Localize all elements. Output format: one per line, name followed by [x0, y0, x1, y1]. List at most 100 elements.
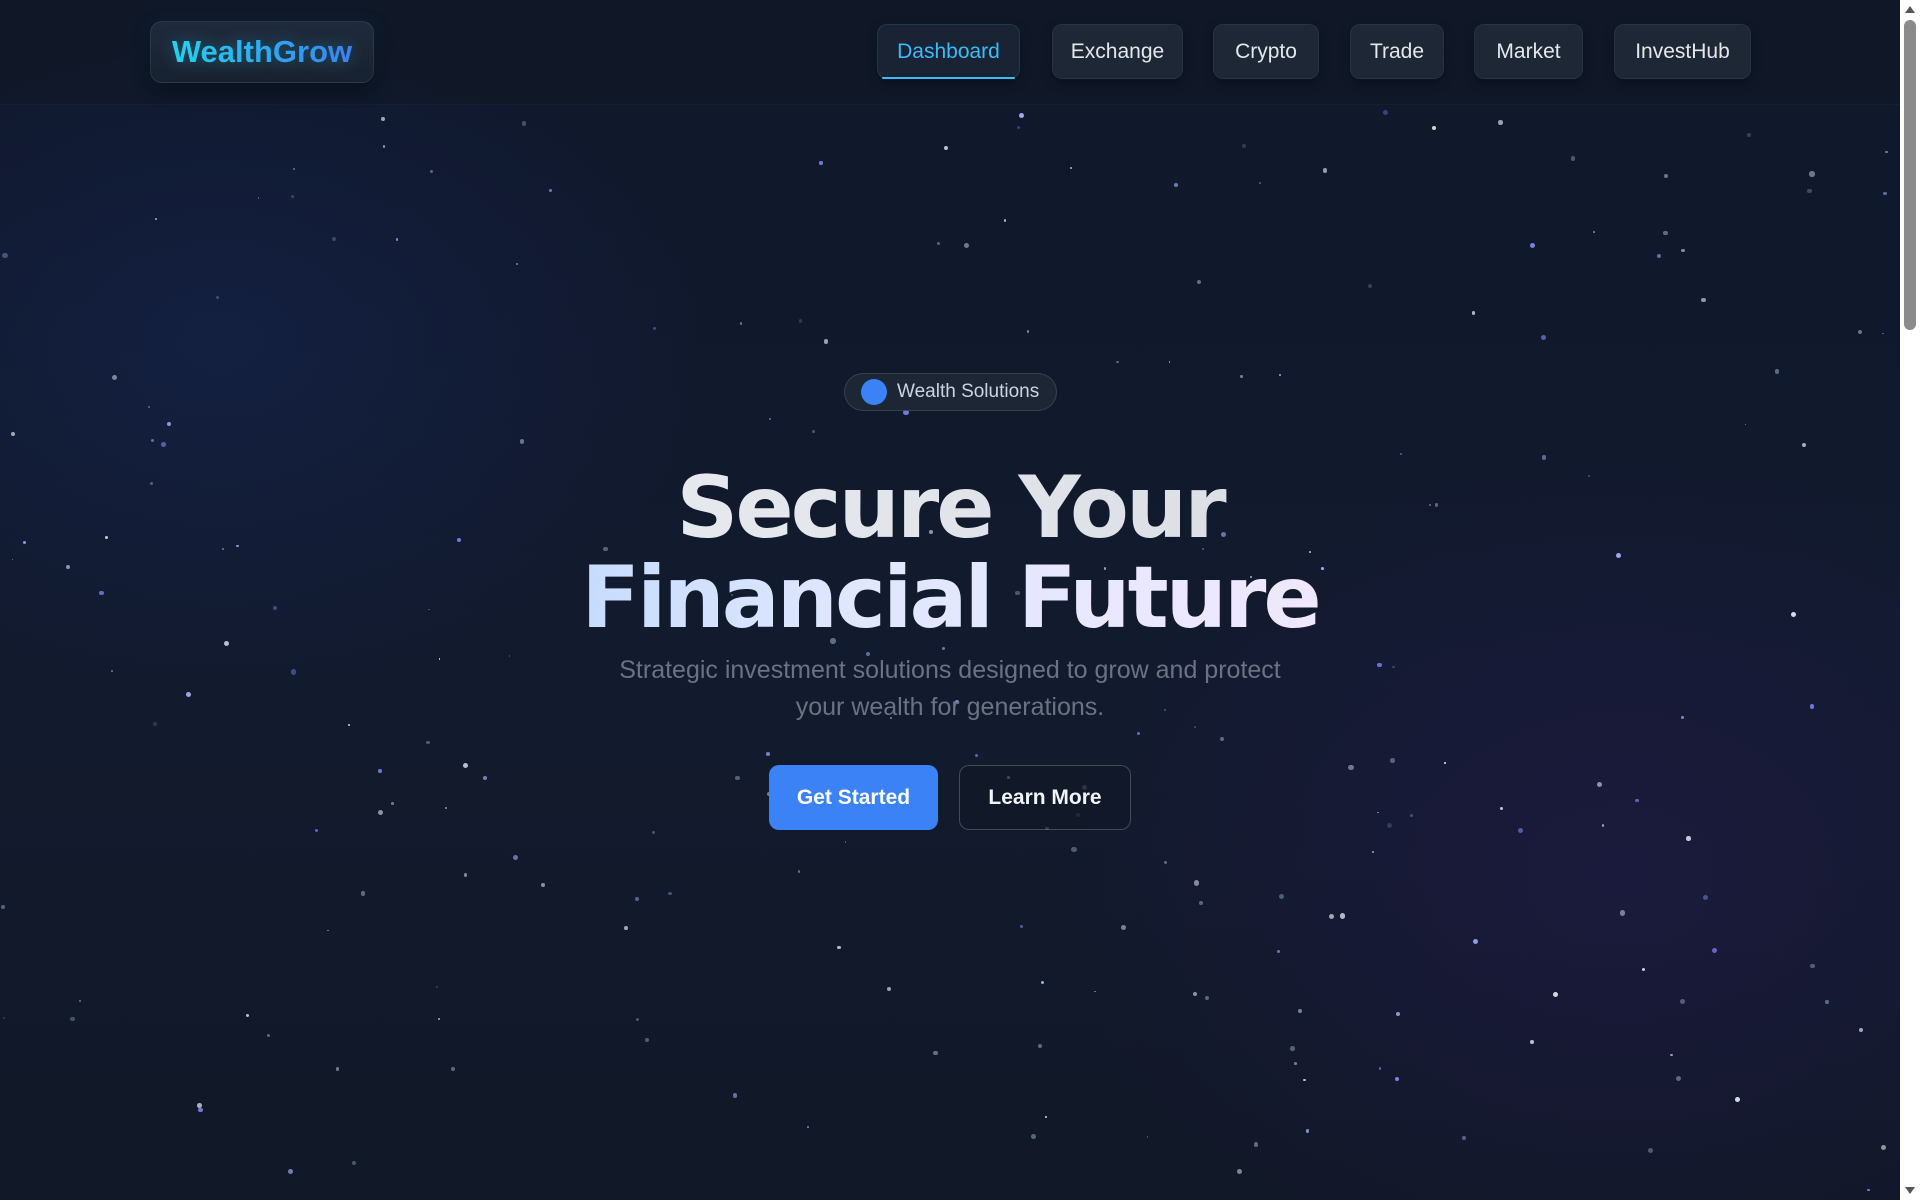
star-dot — [1656, 253, 1661, 258]
nav-dashboard[interactable]: Dashboard — [877, 24, 1020, 79]
star-dot — [1395, 1076, 1400, 1081]
star-dot — [936, 242, 941, 246]
star-dot — [1339, 913, 1345, 919]
star-dot — [1279, 894, 1285, 900]
star-dot — [1517, 828, 1524, 834]
star-dot — [819, 161, 823, 165]
star-dot — [652, 830, 656, 834]
star-dot — [1499, 806, 1503, 811]
nav-trade[interactable]: Trade — [1350, 24, 1444, 79]
nav-market[interactable]: Market — [1474, 24, 1583, 79]
star-dot — [768, 417, 771, 420]
top-navigation-bar: WealthGrow Dashboard Exchange Crypto Tra… — [0, 0, 1900, 105]
star-dot — [624, 925, 628, 930]
nav-crypto[interactable]: Crypto — [1213, 24, 1319, 79]
star-dot — [823, 339, 829, 345]
star-dot — [512, 855, 518, 860]
star-dot — [327, 929, 329, 932]
hero-title-line-2: Financial Future — [0, 548, 1900, 648]
star-dot — [463, 873, 468, 877]
star-dot — [290, 669, 297, 675]
star-dot — [1635, 799, 1639, 803]
star-dot — [1867, 1188, 1871, 1192]
star-dot — [844, 840, 847, 843]
star-dot — [1045, 1116, 1047, 1118]
star-dot — [348, 723, 350, 726]
star-dot — [1348, 764, 1354, 770]
star-dot — [246, 1013, 250, 1017]
star-dot — [739, 322, 743, 325]
badge-dot-icon — [861, 379, 887, 405]
star-dot — [653, 327, 656, 331]
star-dot — [1443, 762, 1446, 764]
star-dot — [436, 986, 438, 989]
star-dot — [1376, 811, 1379, 814]
scroll-up-arrow-icon[interactable] — [1905, 6, 1915, 13]
star-dot — [1809, 171, 1815, 177]
star-dot — [1019, 113, 1024, 119]
star-dot — [1383, 110, 1389, 116]
star-dot — [1367, 283, 1372, 288]
scrollbar-thumb[interactable] — [1904, 20, 1916, 330]
star-dot — [1278, 373, 1282, 377]
star-dot — [1473, 938, 1479, 945]
star-dot — [445, 807, 448, 810]
star-dot — [549, 189, 553, 193]
star-dot — [837, 945, 841, 950]
star-dot — [1593, 231, 1595, 233]
star-dot — [150, 439, 154, 443]
star-dot — [1094, 990, 1097, 993]
star-dot — [1734, 1097, 1740, 1103]
star-dot — [1137, 732, 1141, 736]
star-dot — [1199, 900, 1204, 906]
star-dot — [1237, 1169, 1243, 1175]
vertical-scrollbar[interactable] — [1900, 0, 1920, 1200]
star-dot — [1219, 736, 1225, 741]
star-dot — [1641, 967, 1645, 971]
get-started-button[interactable]: Get Started — [769, 765, 938, 830]
learn-more-button[interactable]: Learn More — [959, 765, 1131, 830]
star-dot — [1163, 860, 1168, 865]
star-dot — [1390, 758, 1395, 763]
star-dot — [1744, 423, 1747, 426]
section-badge: Wealth Solutions — [844, 373, 1057, 411]
star-dot — [429, 169, 434, 174]
badge-label: Wealth Solutions — [897, 381, 1040, 402]
scroll-down-arrow-icon[interactable] — [1905, 1187, 1915, 1194]
star-dot — [1686, 836, 1691, 841]
star-dot — [1026, 329, 1030, 333]
star-dot — [1774, 369, 1780, 374]
star-dot — [1193, 725, 1197, 729]
star-dot — [635, 1018, 639, 1022]
star-dot — [314, 828, 319, 833]
star-dot — [1881, 1145, 1887, 1151]
star-dot — [735, 775, 740, 780]
star-dot — [1121, 924, 1126, 930]
star-dot — [797, 870, 800, 873]
star-dot — [1305, 1129, 1310, 1133]
star-dot — [1294, 1061, 1297, 1065]
star-dot — [1259, 182, 1261, 185]
star-dot — [1290, 1046, 1295, 1051]
star-dot — [483, 775, 488, 780]
star-dot — [1680, 716, 1684, 720]
star-dot — [437, 1017, 440, 1020]
star-dot — [1205, 996, 1210, 1001]
nav-exchange[interactable]: Exchange — [1052, 24, 1183, 79]
star-dot — [1809, 704, 1815, 709]
star-dot — [111, 374, 118, 380]
star-dot — [1041, 980, 1045, 984]
nav-investhub[interactable]: InvestHub — [1614, 24, 1751, 79]
star-dot — [1711, 948, 1718, 954]
star-dot — [1303, 1078, 1306, 1081]
star-dot — [1146, 1136, 1149, 1138]
star-dot — [161, 442, 167, 447]
logo[interactable]: WealthGrow — [150, 21, 374, 83]
star-dot — [438, 658, 441, 660]
star-dot — [1498, 120, 1503, 125]
star-dot — [335, 1067, 340, 1072]
star-dot — [1883, 191, 1887, 196]
star-dot — [1530, 243, 1536, 249]
star-dot — [1242, 144, 1247, 148]
star-dot — [1825, 1000, 1829, 1004]
